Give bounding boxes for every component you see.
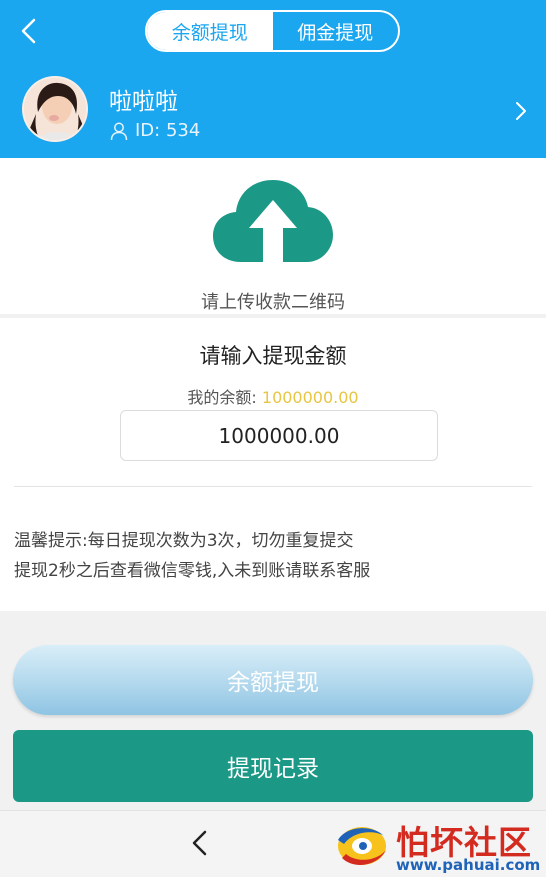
- avatar: [22, 76, 88, 142]
- watermark-logo-icon: [338, 827, 386, 865]
- amount-title: 请输入提现金额: [199, 344, 347, 368]
- user-id-text: ID: 534: [135, 120, 201, 141]
- amount-input[interactable]: [120, 410, 438, 461]
- watermark-url: www.pahuai.com: [396, 856, 541, 874]
- user-id: ID: 534: [109, 120, 200, 141]
- user-name: 啦啦啦: [109, 89, 178, 115]
- balance-value: 1000000.00: [261, 388, 359, 407]
- tip-text: 温馨提示:每日提现次数为3次，切勿重复提交 提现2秒之后查看微信零钱,入未到账请…: [14, 526, 534, 586]
- balance-line: 我的余额: 1000000.00: [0, 384, 546, 408]
- balance-withdraw-button[interactable]: 余额提现: [13, 645, 533, 715]
- tip-line-2: 提现2秒之后查看微信零钱,入未到账请联系客服: [14, 561, 371, 581]
- tip-line-1: 温馨提示:每日提现次数为3次，切勿重复提交: [14, 531, 354, 551]
- tab-commission-withdraw[interactable]: 佣金提现: [273, 12, 399, 50]
- top-bar: 余额提现 佣金提现: [0, 0, 546, 62]
- tab-balance-withdraw[interactable]: 余额提现: [147, 12, 273, 50]
- qr-upload-area[interactable]: 请上传收款二维码: [0, 158, 546, 314]
- back-arrow-icon[interactable]: [14, 14, 44, 48]
- balance-label: 我的余额:: [187, 388, 257, 407]
- watermark: 怕坏社区 www.pahuai.com: [326, 818, 544, 874]
- cloud-upload-icon[interactable]: [211, 178, 335, 264]
- withdraw-amount-section: 请输入提现金额 我的余额: 1000000.00 温馨提示:每日提现次数为3次，…: [0, 318, 546, 611]
- chevron-right-icon[interactable]: [512, 98, 530, 124]
- divider: [14, 486, 532, 487]
- user-icon: [110, 122, 128, 140]
- upload-qr-label: 请上传收款二维码: [201, 292, 345, 313]
- withdraw-type-switch: 余额提现 佣金提现: [145, 10, 400, 52]
- profile-card[interactable]: 啦啦啦 ID: 534: [0, 62, 546, 158]
- nav-back-icon[interactable]: [188, 827, 212, 859]
- withdraw-records-button[interactable]: 提现记录: [13, 730, 533, 802]
